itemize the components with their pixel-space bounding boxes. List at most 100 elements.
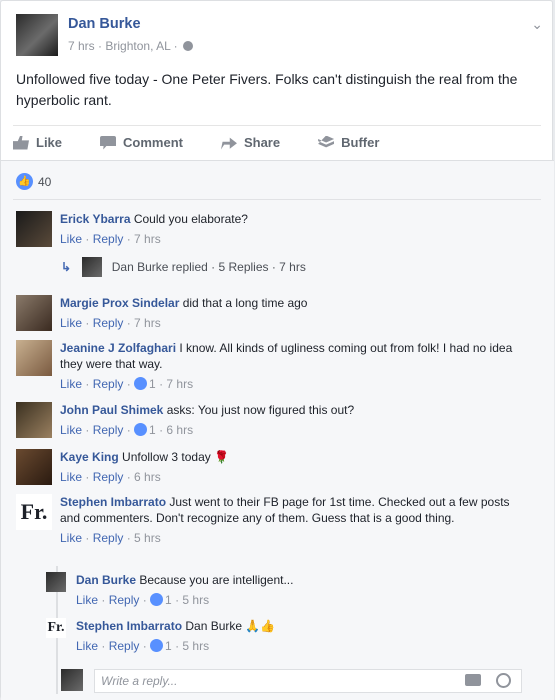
reply-text: Dan Burke 🙏👍 [185, 619, 276, 633]
comment-body: Kaye King Unfollow 3 today 🌹 Like · Repl… [60, 449, 530, 485]
comment-like-count[interactable]: 1 [149, 423, 156, 437]
comment-like-link[interactable]: Like [60, 377, 82, 391]
post-author[interactable]: Dan Burke [68, 16, 141, 32]
reply-like-link[interactable]: Like [76, 639, 98, 653]
reply-actions: Like · Reply · 1 · 5 hrs [76, 593, 210, 607]
reply-text: Because you are intelligent... [139, 573, 294, 587]
action-bar: Like Comment Share Buffer [13, 125, 541, 159]
reply-body: Dan Burke Because you are intelligent...… [76, 572, 516, 608]
reply-composer: Write a reply... [61, 669, 522, 693]
replied-text: replied · 5 Replies · 7 hrs [171, 260, 306, 274]
comment-time[interactable]: 7 hrs [166, 377, 193, 391]
comment-like-link[interactable]: Like [60, 232, 82, 246]
comment-like-link[interactable]: Like [60, 423, 82, 437]
buffer-label: Buffer [341, 135, 380, 150]
reaction-count: 40 [38, 174, 52, 189]
comments-section: 👍 40 Erick Ybarra Could you elaborate? L… [1, 160, 554, 700]
reply-input[interactable]: Write a reply... [94, 669, 522, 693]
avatar[interactable] [16, 211, 52, 247]
reply-time[interactable]: 5 hrs [182, 639, 209, 653]
post-time[interactable]: 7 hrs [68, 39, 95, 53]
reply-like-count[interactable]: 1 [165, 593, 172, 607]
reply-like-count[interactable]: 1 [165, 639, 172, 653]
comment-reply-link[interactable]: Reply [93, 316, 124, 330]
fr-logo[interactable]: Fr. [16, 494, 52, 530]
camera-icon[interactable] [465, 674, 481, 686]
comment-time[interactable]: 6 hrs [134, 470, 161, 484]
comment-author[interactable]: Jeanine J Zolfaghari [60, 341, 176, 355]
avatar[interactable] [16, 449, 52, 485]
comment-author[interactable]: Kaye King [60, 450, 119, 464]
comment-button[interactable]: Comment [100, 135, 183, 150]
comment-time[interactable]: 6 hrs [166, 423, 193, 437]
post-location[interactable]: Brighton, AL [105, 39, 170, 53]
reply-reply-link[interactable]: Reply [109, 639, 140, 653]
reply-body: Stephen Imbarrato Dan Burke 🙏👍 Like · Re… [76, 618, 516, 654]
reply-arrow-icon: ↳ [61, 260, 72, 274]
comment-time[interactable]: 7 hrs [134, 232, 161, 246]
reply-actions: Like · Reply · 1 · 5 hrs [76, 639, 210, 653]
reply-reply-link[interactable]: Reply [109, 593, 140, 607]
avatar[interactable] [16, 295, 52, 331]
post-text: Unfollowed five today - One Peter Fivers… [16, 71, 518, 108]
comment-reply-link[interactable]: Reply [93, 232, 124, 246]
comment-author[interactable]: Erick Ybarra [60, 212, 131, 226]
comment-time[interactable]: 5 hrs [134, 531, 161, 545]
thumbs-up-icon [134, 423, 148, 436]
comment-body: Jeanine J Zolfaghari I know. All kinds o… [60, 340, 530, 392]
smiley-icon[interactable] [496, 673, 511, 688]
meta-separator: · [173, 39, 178, 53]
like-button[interactable]: Like [13, 135, 62, 150]
comment-icon [100, 135, 117, 150]
fr-logo[interactable]: Fr. [46, 618, 66, 638]
comment-text: did that a long time ago [182, 296, 308, 310]
comment-reply-link[interactable]: Reply [93, 423, 124, 437]
comment-like-link[interactable]: Like [60, 316, 82, 330]
reply-time[interactable]: 5 hrs [182, 593, 209, 607]
comment-actions: Like · Reply · 1 · 7 hrs [60, 377, 194, 391]
comment-label: Comment [123, 135, 183, 150]
thumbs-up-icon: 👍 [16, 173, 33, 190]
reaction-summary[interactable]: 👍 40 [16, 173, 51, 190]
comment-body: Margie Prox Sindelar did that a long tim… [60, 295, 530, 331]
thumbs-up-icon [150, 639, 164, 652]
comment-text: asks: You just now figured this out? [166, 403, 355, 417]
reply-author[interactable]: Stephen Imbarrato [76, 619, 182, 633]
chevron-down-icon[interactable]: ⌄ [531, 16, 543, 33]
comment-actions: Like · Reply · 7 hrs [60, 316, 161, 330]
comment-body: Erick Ybarra Could you elaborate? Like ·… [60, 211, 530, 247]
buffer-button[interactable]: Buffer [318, 135, 379, 150]
share-button[interactable]: Share [220, 135, 280, 150]
comment-author[interactable]: John Paul Shimek [60, 403, 163, 417]
comment-actions: Like · Reply · 1 · 6 hrs [60, 423, 194, 437]
comment-time[interactable]: 7 hrs [134, 316, 161, 330]
comment-actions: Like · Reply · 7 hrs [60, 232, 161, 246]
comment-author[interactable]: Margie Prox Sindelar [60, 296, 179, 310]
buffer-icon [318, 135, 335, 148]
meta-separator: · [98, 39, 103, 53]
comment-like-count[interactable]: 1 [149, 377, 156, 391]
comment-reply-link[interactable]: Reply [93, 531, 124, 545]
avatar[interactable] [46, 572, 66, 592]
reply-like-link[interactable]: Like [76, 593, 98, 607]
comment-like-link[interactable]: Like [60, 531, 82, 545]
avatar[interactable] [16, 14, 58, 56]
like-label: Like [36, 135, 63, 150]
avatar[interactable] [16, 340, 52, 376]
comment-like-link[interactable]: Like [60, 470, 82, 484]
comment-author[interactable]: Stephen Imbarrato [60, 495, 166, 509]
comment-text: Could you elaborate? [133, 212, 248, 226]
comment-text: Unfollow 3 today 🌹 [122, 450, 230, 464]
comment-reply-link[interactable]: Reply [93, 470, 124, 484]
comment-actions: Like · Reply · 6 hrs [60, 470, 161, 484]
thumbs-up-icon [134, 377, 148, 390]
divider [13, 199, 541, 200]
comment-reply-link[interactable]: Reply [93, 377, 124, 391]
comment-body: John Paul Shimek asks: You just now figu… [60, 402, 530, 438]
like-icon [13, 135, 29, 150]
replies-summary[interactable]: ↳ Dan Burke replied · 5 Replies · 7 hrs [61, 257, 306, 277]
share-icon [220, 137, 237, 150]
reply-author[interactable]: Dan Burke [76, 573, 136, 587]
avatar [61, 669, 83, 691]
avatar[interactable] [16, 402, 52, 438]
